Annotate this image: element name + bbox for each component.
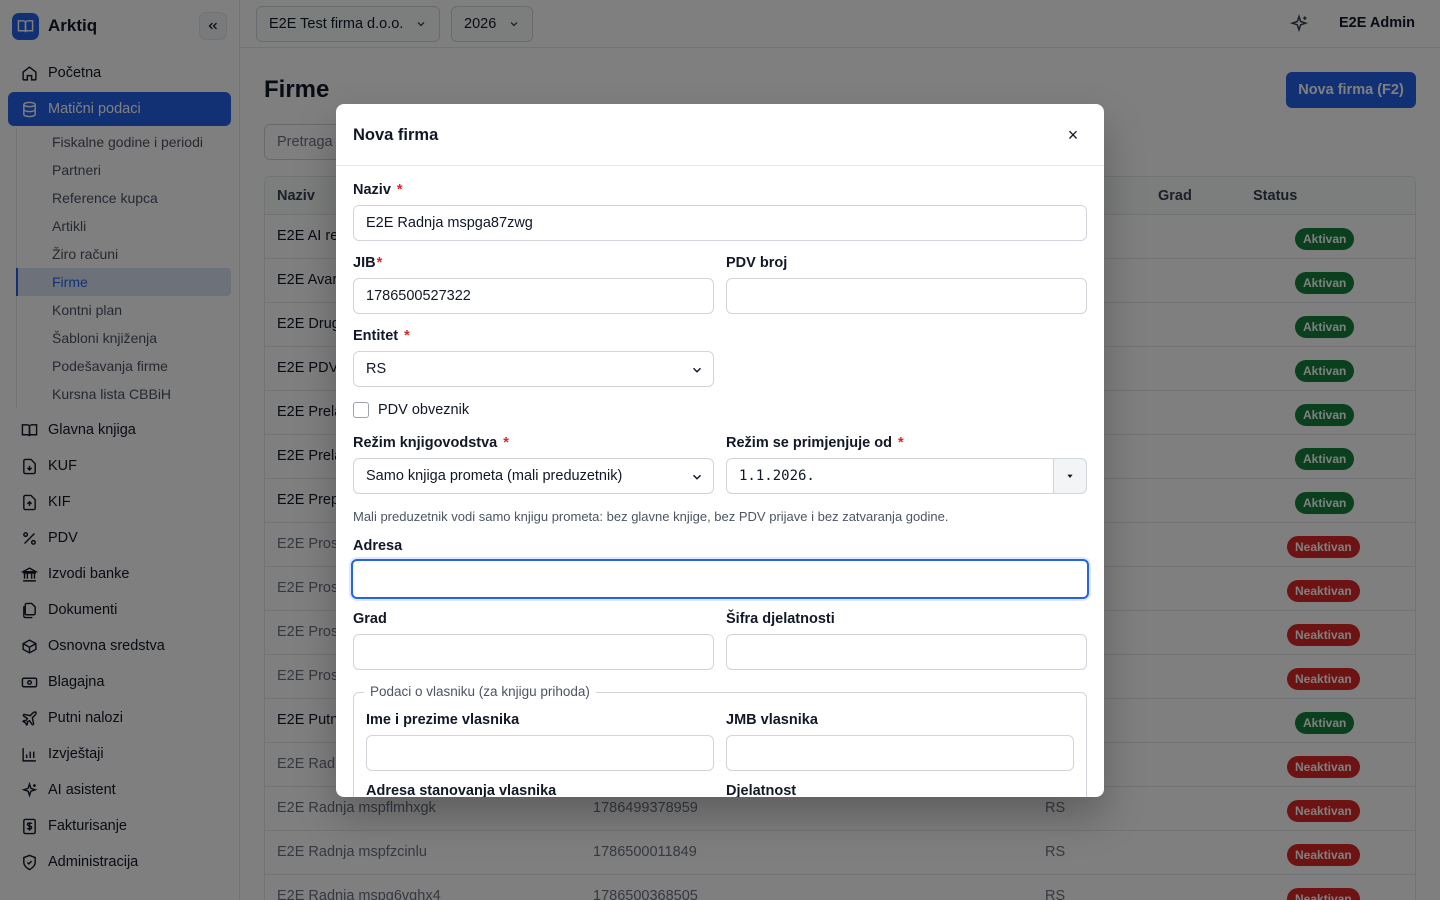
grad-input[interactable]: [353, 634, 714, 670]
adresa-label: Adresa: [353, 538, 403, 554]
rezim-hint: Mali preduzetnik vodi samo knjigu promet…: [353, 509, 949, 524]
rezim-label: Režim knjigovodstva *: [353, 435, 509, 451]
pdv-broj-input[interactable]: [726, 278, 1087, 314]
chevron-down-icon: [692, 474, 702, 480]
owner-name-label: Ime i prezime vlasnika: [366, 712, 520, 728]
sifra-djelatnosti-label: Šifra djelatnosti: [726, 611, 835, 627]
jib-label: JIB*: [353, 255, 383, 271]
pdv-obveznik-label[interactable]: PDV obveznik: [378, 402, 469, 418]
entitet-label: Entitet *: [353, 328, 410, 344]
close-icon[interactable]: ×: [1064, 125, 1082, 145]
rezim-od-label: Režim se primjenjuje od *: [726, 435, 904, 451]
owner-jmb-input[interactable]: [726, 735, 1074, 771]
owner-fieldset-legend: Podaci o vlasniku (za knjigu prihoda): [364, 684, 596, 699]
chevron-down-icon: [692, 367, 702, 373]
modal-header: Nova firma ×: [336, 104, 1104, 166]
djelatnost-label: Djelatnost: [726, 783, 797, 797]
entitet-select[interactable]: RS: [353, 351, 714, 387]
owner-address-label: Adresa stanovanja vlasnika: [366, 783, 557, 797]
sifra-djelatnosti-input[interactable]: [726, 634, 1087, 670]
pdv-obveznik-checkbox[interactable]: [353, 402, 369, 418]
adresa-input[interactable]: [351, 559, 1089, 599]
rezim-select[interactable]: Samo knjiga prometa (mali preduzetnik): [353, 458, 714, 494]
jib-input[interactable]: 1786500527322: [353, 278, 714, 314]
modal-title: Nova firma: [353, 126, 439, 144]
grad-label: Grad: [353, 611, 387, 627]
owner-jmb-label: JMB vlasnika: [726, 712, 818, 728]
rezim-od-date-input[interactable]: 1.1.2026.: [726, 458, 1054, 494]
pdv-broj-label: PDV broj: [726, 255, 788, 271]
caret-down-icon: [1067, 474, 1073, 478]
naziv-label: Naziv *: [353, 182, 403, 198]
new-firm-dialog: Nova firma × Naziv * E2E Radnja mspga87zw…: [336, 104, 1104, 797]
owner-name-input[interactable]: [366, 735, 714, 771]
naziv-input[interactable]: E2E Radnja mspga87zwg: [353, 205, 1087, 241]
date-picker-button[interactable]: [1053, 458, 1087, 494]
